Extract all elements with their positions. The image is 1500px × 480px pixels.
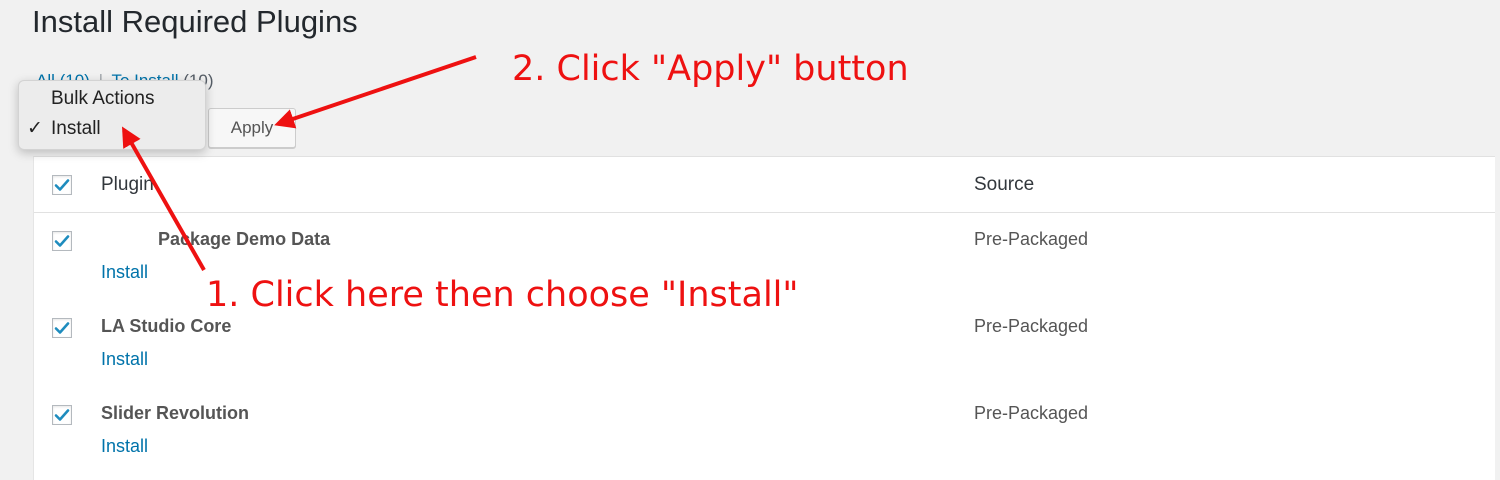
plugins-table: Plugin Source Package Demo Data Install …	[33, 156, 1495, 480]
plugin-source: Pre-Packaged	[974, 316, 1089, 336]
install-link[interactable]: Install	[101, 261, 148, 283]
checkbox-check-icon	[54, 409, 70, 421]
row-checkbox[interactable]	[52, 318, 72, 338]
checkbox-check-icon	[54, 322, 70, 334]
bulk-option-bulk-actions[interactable]: Bulk Actions	[51, 87, 155, 111]
row-checkbox[interactable]	[52, 231, 72, 251]
apply-button[interactable]: Apply	[208, 108, 296, 148]
plugin-name: LA Studio Core	[101, 316, 232, 336]
plugin-name: Slider Revolution	[101, 403, 250, 423]
table-header: Plugin Source	[34, 157, 1495, 213]
annotation-step-1: 1. Click here then choose "Install"	[206, 275, 799, 315]
checkbox-check-icon	[54, 235, 70, 247]
bulk-option-install[interactable]: ✓ Install	[27, 117, 101, 141]
select-all-checkbox[interactable]	[52, 175, 72, 195]
plugin-name: Package Demo Data	[158, 229, 331, 249]
column-header-source[interactable]: Source	[974, 173, 1034, 197]
row-checkbox[interactable]	[52, 405, 72, 425]
install-link[interactable]: Install	[101, 348, 148, 370]
plugin-source: Pre-Packaged	[974, 403, 1089, 423]
annotation-step-2: 2. Click "Apply" button	[512, 49, 909, 89]
bulk-option-label: Bulk Actions	[51, 88, 155, 109]
bulk-actions-dropdown[interactable]: Bulk Actions ✓ Install	[18, 80, 206, 150]
plugin-source: Pre-Packaged	[974, 229, 1089, 249]
column-header-plugin[interactable]: Plugin	[101, 173, 154, 197]
checkmark-icon: ✓	[27, 118, 43, 139]
table-row: Slider Revolution Install Pre-Packaged	[34, 387, 1495, 474]
arrow-to-apply-icon	[274, 55, 477, 129]
page-title: Install Required Plugins	[32, 4, 358, 39]
checkbox-check-icon	[54, 179, 70, 191]
install-link[interactable]: Install	[101, 435, 148, 457]
bulk-option-label: Install	[51, 118, 101, 139]
